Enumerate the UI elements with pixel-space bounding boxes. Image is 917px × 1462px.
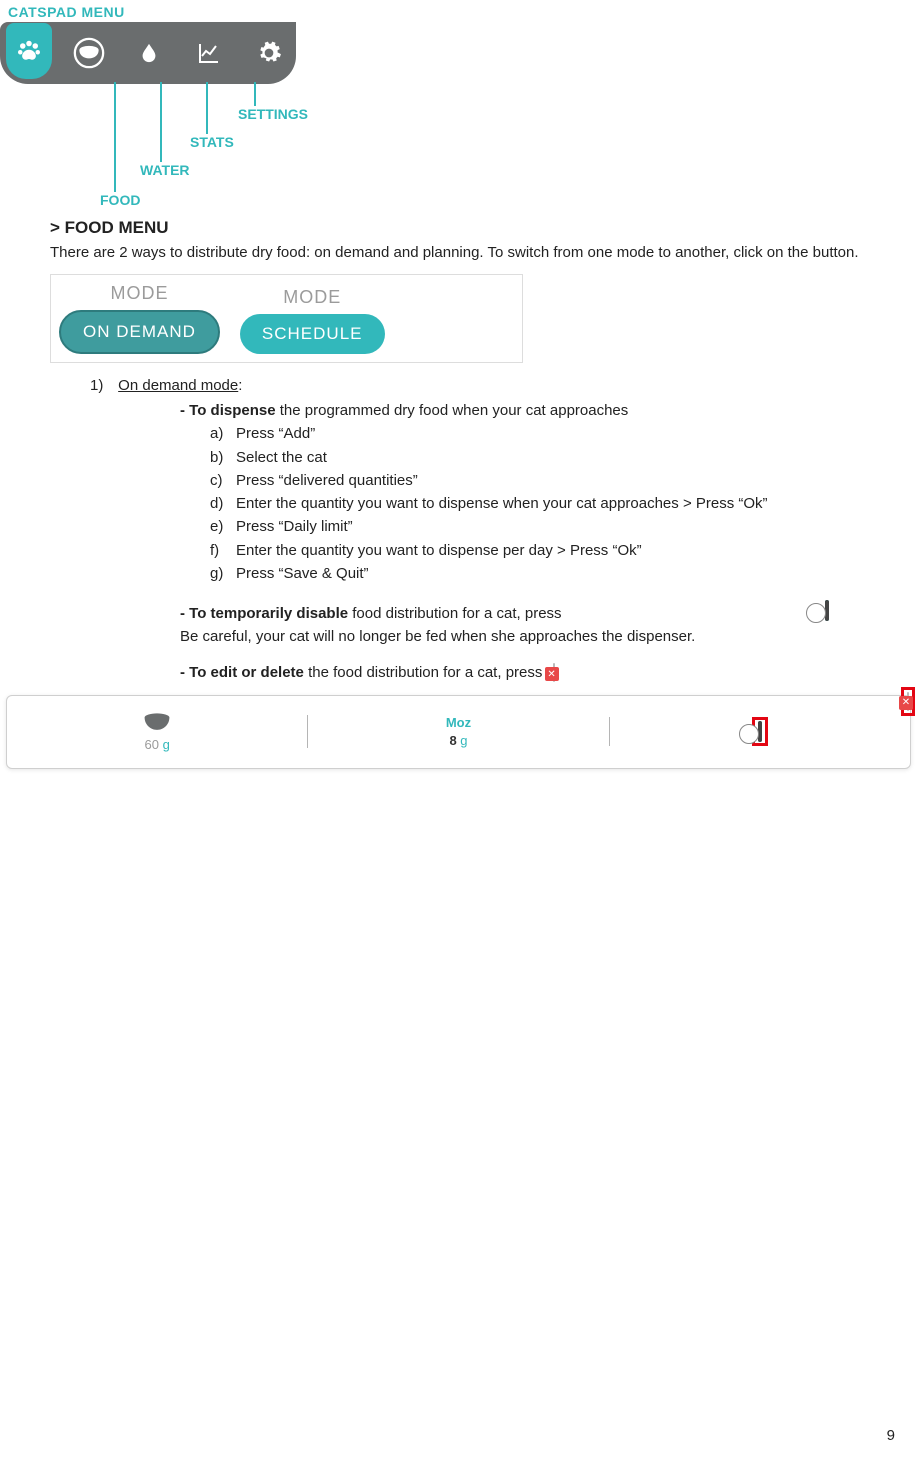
delivered-quantity-value: 8 g bbox=[449, 733, 467, 748]
on-demand-mode-title: On demand mode bbox=[118, 377, 238, 394]
step-f: f)Enter the quantity you want to dispens… bbox=[210, 539, 887, 562]
mode-label: MODE bbox=[283, 287, 341, 308]
cat-name: Moz bbox=[446, 715, 471, 730]
dispense-lead-rest: the programmed dry food when your cat ap… bbox=[276, 402, 629, 419]
card-left-section: 60 g bbox=[7, 712, 307, 752]
disable-lead-rest: food distribution for a cat, press bbox=[348, 605, 561, 622]
delete-card-icon[interactable]: ✕ bbox=[553, 663, 555, 682]
paw-icon bbox=[6, 23, 52, 79]
step-b: b)Select the cat bbox=[210, 446, 887, 469]
water-drop-icon bbox=[126, 30, 172, 76]
colon: : bbox=[238, 377, 242, 394]
dispense-lead-bold: - To dispense bbox=[180, 402, 276, 419]
bowl-icon bbox=[66, 30, 112, 76]
close-icon: ✕ bbox=[545, 667, 559, 681]
feeding-toggle[interactable] bbox=[758, 721, 762, 742]
card-right-section bbox=[609, 717, 910, 746]
stats-chart-icon bbox=[186, 30, 232, 76]
step-c: c)Press “delivered quantities” bbox=[210, 469, 887, 492]
step-a: a)Press “Add” bbox=[210, 422, 887, 445]
mode-label: MODE bbox=[110, 283, 168, 304]
cat-food-card: 60 g Moz 8 g ✕ bbox=[6, 695, 911, 769]
gear-icon bbox=[246, 30, 292, 76]
menu-label-water: WATER bbox=[140, 162, 190, 178]
list-number: 1) bbox=[90, 377, 114, 394]
disable-instruction: - To temporarily disable food distributi… bbox=[180, 603, 887, 648]
menu-label-settings: SETTINGS bbox=[238, 106, 308, 122]
section-heading: > FOOD MENU bbox=[50, 218, 887, 238]
toggle-icon[interactable] bbox=[825, 600, 829, 621]
edit-delete-instruction: - To edit or delete the food distributio… bbox=[180, 662, 887, 685]
step-d: d)Enter the quantity you want to dispens… bbox=[210, 492, 887, 515]
dispense-instruction: - To dispense the programmed dry food wh… bbox=[180, 400, 887, 423]
close-icon: ✕ bbox=[899, 696, 913, 710]
disable-warning: Be careful, your cat will no longer be f… bbox=[180, 628, 695, 645]
step-e: e)Press “Daily limit” bbox=[210, 515, 887, 538]
page-number: 9 bbox=[887, 1427, 895, 1444]
card-middle-section: Moz 8 g bbox=[307, 715, 608, 748]
on-demand-button[interactable]: ON DEMAND bbox=[59, 310, 220, 354]
food-bowl-icon bbox=[140, 712, 174, 734]
delete-card-highlight: ✕ bbox=[901, 687, 915, 716]
list-item-1: 1) On demand mode: bbox=[90, 377, 887, 394]
edit-lead-bold: - To edit or delete bbox=[180, 664, 304, 681]
catspad-menu-diagram: FOOD WATER STATS SETTINGS bbox=[0, 20, 320, 210]
edit-lead-rest: the food distribution for a cat, press bbox=[304, 664, 542, 681]
delete-card-button[interactable]: ✕ bbox=[907, 692, 909, 711]
mode-buttons-figure: MODE ON DEMAND MODE SCHEDULE bbox=[50, 274, 523, 363]
menu-title: CATSPAD MENU bbox=[8, 4, 917, 20]
disable-lead-bold: - To temporarily disable bbox=[180, 605, 348, 622]
schedule-button[interactable]: SCHEDULE bbox=[240, 314, 385, 354]
daily-limit-value: 60 g bbox=[145, 737, 170, 752]
menu-bar bbox=[0, 22, 296, 84]
toggle-highlight bbox=[752, 717, 768, 746]
section-intro: There are 2 ways to distribute dry food:… bbox=[50, 242, 887, 264]
menu-label-stats: STATS bbox=[190, 134, 234, 150]
menu-label-food: FOOD bbox=[100, 192, 140, 208]
step-g: g)Press “Save & Quit” bbox=[210, 562, 887, 585]
